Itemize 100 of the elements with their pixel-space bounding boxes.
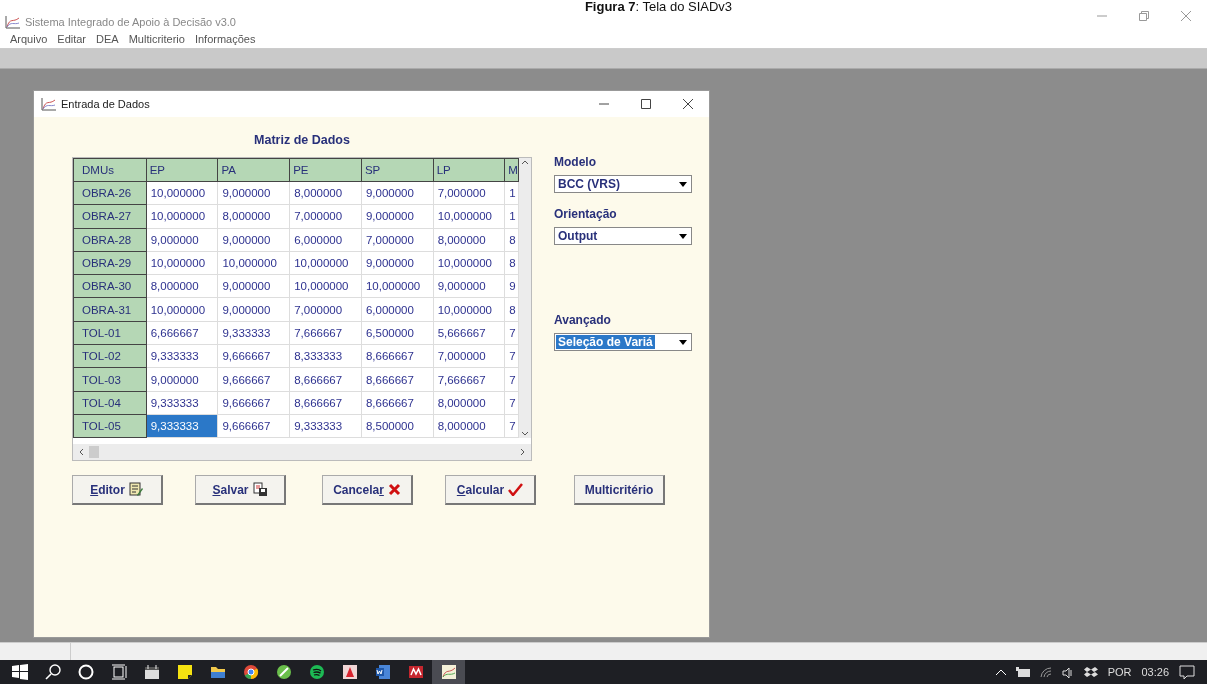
caret-down-icon[interactable] [679,233,687,239]
table-cell[interactable]: 8,000000 [146,274,218,298]
vertical-scrollbar[interactable] [519,158,531,439]
table-cell[interactable]: 8,000000 [433,228,505,252]
table-cell[interactable]: 5,666667 [433,321,505,345]
table-cell[interactable]: 8,000000 [217,204,290,229]
table-cell[interactable]: 6,500000 [361,321,434,345]
table-cell[interactable]: 9,000000 [146,367,218,392]
restore-icon[interactable] [1139,11,1149,21]
clock[interactable]: 03:26 [1141,666,1169,678]
caret-down-icon[interactable] [679,181,687,187]
table-cell[interactable]: 9,000000 [146,228,218,252]
table-cell[interactable]: 7 [504,367,519,392]
table-cell[interactable]: 7,000000 [433,181,505,205]
table-cell[interactable]: 8,666667 [361,367,434,392]
action-button[interactable]: Salvar [195,475,286,506]
action-button[interactable]: Calcular [445,475,536,506]
menu-item[interactable]: Multicriterio [128,33,185,45]
table-cell[interactable]: 7,666667 [289,321,362,345]
row-header[interactable]: OBRA-30 [73,274,147,298]
row-header[interactable]: TOL-05 [73,414,147,438]
table-cell[interactable]: 7 [504,391,519,415]
table-cell[interactable]: 7,000000 [289,204,362,229]
row-header[interactable]: OBRA-26 [73,181,147,205]
table-cell[interactable]: 8 [504,251,519,275]
table-cell[interactable]: 10,000000 [289,274,362,298]
table-cell[interactable]: 9,333333 [217,321,290,345]
table-cell[interactable]: 8,333333 [289,344,362,368]
table-cell[interactable]: 6,000000 [289,228,362,252]
maximize-icon[interactable] [641,99,651,109]
scrollbar-thumb[interactable] [89,446,99,459]
caret-down-icon[interactable] [679,339,687,345]
table-cell[interactable]: 10,000000 [146,181,218,205]
table-cell[interactable]: 1 [504,204,519,229]
action-button[interactable]: Multicritério [574,475,665,506]
table-cell[interactable]: 9,333333 [146,344,218,368]
table-cell[interactable]: 8,666667 [289,367,362,392]
language-indicator[interactable]: POR [1107,666,1132,678]
table-cell[interactable]: 7 [504,344,519,368]
table-cell[interactable]: 9 [504,274,519,298]
table-cell[interactable]: 7,666667 [433,367,505,392]
table-cell[interactable]: 7 [504,414,519,438]
table-cell[interactable]: 10,000000 [146,251,218,275]
menu-item[interactable]: DEA [96,33,119,45]
row-header[interactable]: OBRA-28 [73,228,147,252]
column-header[interactable]: PA [217,158,290,182]
column-header[interactable]: SP [361,158,434,182]
table-cell[interactable]: 8,000000 [289,181,362,205]
table-cell[interactable]: 10,000000 [433,204,505,229]
table-cell[interactable]: 9,666667 [217,344,290,368]
table-cell[interactable]: 10,000000 [146,298,218,322]
table-cell[interactable]: 6,666667 [146,321,218,345]
table-cell[interactable]: 8 [504,298,519,322]
menu-item[interactable]: Arquivo [10,33,48,45]
table-cell[interactable]: 9,000000 [433,274,505,298]
row-header[interactable]: OBRA-27 [73,204,147,229]
table-cell[interactable]: 10,000000 [146,204,218,229]
table-cell[interactable]: 8,666667 [361,344,434,368]
dropdown[interactable]: Output [554,227,692,245]
table-cell[interactable]: 8,500000 [361,414,434,438]
table-cell[interactable]: 9,000000 [217,181,290,205]
table-cell[interactable]: 9,333333 [289,414,362,438]
table-cell[interactable]: 9,000000 [361,204,434,229]
table-cell[interactable]: 9,000000 [217,228,290,252]
dropdown[interactable]: BCC (VRS) [554,175,692,193]
box-icon[interactable] [1083,666,1098,678]
menu-item[interactable]: Informações [194,33,256,45]
taskbar-app[interactable] [432,660,465,684]
table-cell[interactable]: 10,000000 [433,298,505,322]
chevron-up-icon[interactable] [995,669,1006,675]
table-cell[interactable]: 7,000000 [433,344,505,368]
row-header[interactable]: OBRA-31 [73,298,147,322]
row-header[interactable]: TOL-01 [73,321,147,345]
table-cell[interactable]: 9,000000 [361,181,434,205]
column-header[interactable]: PE [289,158,362,182]
row-header[interactable]: TOL-04 [73,391,147,415]
table-cell[interactable]: 10,000000 [361,274,434,298]
action-button[interactable]: Editor [72,475,163,506]
dropdown[interactable]: Seleção de Variá [554,333,692,351]
table-cell[interactable]: 9,666667 [217,367,290,392]
table-cell[interactable]: 9,666667 [217,391,290,415]
notifications-icon[interactable] [1179,665,1195,679]
table-cell[interactable]: 9,666667 [217,414,290,438]
table-cell[interactable]: 7,000000 [361,228,434,252]
table-cell[interactable]: 1 [504,181,519,205]
table-cell[interactable]: 9,000000 [217,274,290,298]
table-cell[interactable]: 8,000000 [433,391,505,415]
table-cell[interactable]: 10,000000 [433,251,505,275]
close-icon[interactable] [683,99,693,109]
row-header[interactable]: TOL-02 [73,344,147,368]
menu-item[interactable]: Editar [57,33,87,45]
row-header[interactable]: OBRA-29 [73,251,147,275]
table-cell[interactable]: 8 [504,228,519,252]
table-cell[interactable]: 10,000000 [217,251,290,275]
table-cell[interactable]: 8,666667 [289,391,362,415]
table-cell[interactable]: 9,333333 [146,391,218,415]
speaker-icon[interactable] [1061,666,1074,678]
column-header[interactable]: LP [433,158,505,182]
table-cell[interactable]: 9,000000 [217,298,290,322]
table-cell[interactable]: 9,000000 [361,251,434,275]
